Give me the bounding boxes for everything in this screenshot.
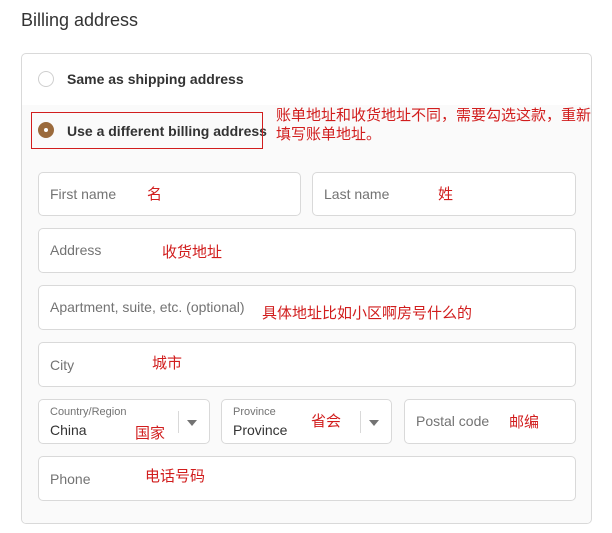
billing-note-line1: 账单地址和收货地址不同，需要勾选这款，重新	[276, 107, 592, 124]
country-annotation: 国家	[135, 425, 166, 442]
city-annotation: 城市	[152, 355, 183, 372]
postal-code-placeholder: Postal code	[416, 413, 490, 429]
billing-address-heading: Billing address	[21, 10, 139, 30]
postal-code-annotation: 邮编	[509, 414, 540, 431]
phone-placeholder: Phone	[50, 471, 91, 487]
chevron-down-icon[interactable]	[369, 420, 379, 426]
last-name-placeholder: Last name	[324, 186, 390, 202]
last-name-annotation: 姓	[438, 186, 454, 203]
same-as-shipping-option[interactable]: Same as shipping address	[22, 54, 591, 106]
apartment-placeholder: Apartment, suite, etc. (optional)	[50, 299, 245, 315]
first-name-annotation: 名	[147, 186, 163, 203]
country-select-divider	[178, 411, 179, 433]
province-select-divider	[360, 411, 361, 433]
address-annotation: 收货地址	[162, 244, 223, 261]
province-value: Province	[233, 422, 288, 438]
city-field[interactable]: City	[38, 342, 576, 387]
billing-note-line2: 填写账单地址。	[276, 126, 382, 143]
chevron-down-icon[interactable]	[187, 420, 197, 426]
address-placeholder: Address	[50, 242, 102, 258]
province-select[interactable]: Province Province	[221, 399, 392, 444]
same-as-shipping-radio[interactable]	[38, 71, 54, 87]
first-name-placeholder: First name	[50, 186, 117, 202]
address-field[interactable]: Address	[38, 228, 576, 273]
apartment-annotation: 具体地址比如小区啊房号什么的	[262, 305, 473, 322]
postal-code-field[interactable]: Postal code	[404, 399, 576, 444]
country-region-value: China	[50, 422, 87, 438]
same-as-shipping-label: Same as shipping address	[67, 71, 244, 87]
province-label: Province	[233, 406, 276, 418]
city-placeholder: City	[50, 357, 75, 373]
first-name-field[interactable]: First name	[38, 172, 301, 216]
country-region-label: Country/Region	[50, 406, 127, 418]
phone-annotation: 电话号码	[145, 468, 206, 485]
province-annotation: 省会	[311, 413, 342, 430]
phone-field[interactable]: Phone	[38, 456, 576, 501]
country-region-select[interactable]: Country/Region China	[38, 399, 210, 444]
annotation-highlight-box	[31, 112, 263, 149]
